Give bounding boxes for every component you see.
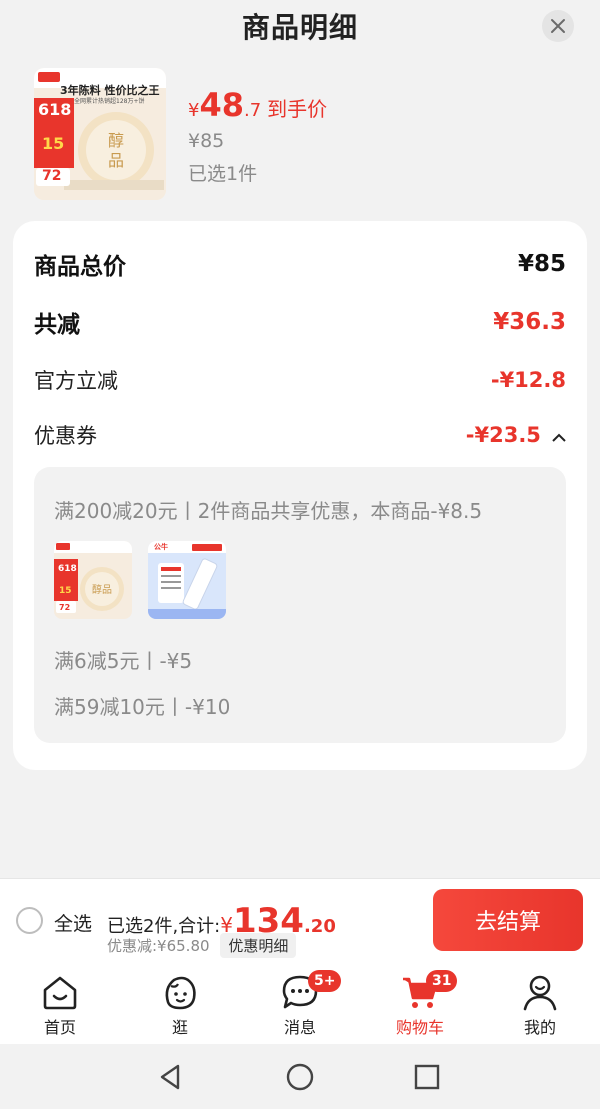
close-icon <box>551 19 565 33</box>
product-image-sub: 全网累计热销超128万+饼 <box>74 98 145 105</box>
svg-text:15: 15 <box>59 586 72 596</box>
home-circle-icon[interactable] <box>285 1062 315 1092</box>
coupon-value: -¥23.5 <box>465 423 541 447</box>
select-all-label[interactable]: 全选 <box>54 909 92 936</box>
coupon-label: 优惠券 <box>34 424 97 448</box>
bottom-tab-bar: 首页 逛 5+ 消息 31 购物车 我的 <box>0 962 600 1044</box>
stroll-icon <box>165 976 196 1010</box>
selected-count: 已选1件 <box>188 163 258 185</box>
socket-thumb-brand: 公牛 <box>154 543 168 551</box>
tab-cart[interactable]: 31 购物车 <box>370 970 470 1040</box>
svg-text:醇: 醇 <box>108 131 124 150</box>
product-image-price: 72 <box>42 168 62 184</box>
reduce-row: 共减 ¥36.3 <box>34 305 566 339</box>
tab-home[interactable]: 首页 <box>10 970 110 1040</box>
tea-thumb-image: 醇品 618 15 72 <box>54 541 132 619</box>
discount-summary: 优惠减:¥65.80 优惠明细 <box>107 933 297 958</box>
official-row: 官方立减 -¥12.8 <box>34 365 566 395</box>
coupon-product-thumb-tea[interactable]: 醇品 618 15 72 <box>54 541 132 619</box>
chevron-up-icon[interactable] <box>552 433 566 443</box>
price-tag: 到手价 <box>267 97 328 121</box>
total-decimal: .20 <box>303 916 336 937</box>
price-symbol: ¥ <box>188 100 200 121</box>
tab-profile[interactable]: 我的 <box>490 970 590 1040</box>
coupon-value-wrap: -¥23.5 <box>466 423 566 447</box>
product-image-discount: 15 <box>42 134 65 153</box>
checkout-button[interactable]: 去结算 <box>433 889 583 951</box>
reduce-value: ¥36.3 <box>493 309 566 335</box>
official-label: 官方立减 <box>34 369 118 393</box>
tab-cart-label: 购物车 <box>395 1018 444 1037</box>
svg-text:618: 618 <box>58 564 77 574</box>
original-price: ¥85 <box>188 130 225 152</box>
price-integer: 48 <box>199 86 244 124</box>
svg-text:72: 72 <box>59 603 70 612</box>
message-badge: 5+ <box>308 970 342 992</box>
recent-apps-icon[interactable] <box>412 1062 442 1092</box>
cart-badge: 31 <box>426 970 458 992</box>
close-button[interactable] <box>542 10 574 42</box>
coupon-product-thumb-socket[interactable]: 公牛 <box>148 541 226 619</box>
tab-stroll-label: 逛 <box>171 1018 188 1037</box>
profile-icon <box>523 975 557 1011</box>
coupon-line-shared: 满200减20元丨2件商品共享优惠，本商品-¥8.5 <box>54 499 483 523</box>
tab-messages-label: 消息 <box>283 1018 316 1037</box>
total-value: ¥85 <box>517 251 566 277</box>
price-decimal: .7 <box>243 100 262 121</box>
final-price: ¥48.7 到手价 <box>188 86 327 124</box>
price-breakdown-card: 商品总价 ¥85 共减 ¥36.3 官方立减 -¥12.8 优惠券 -¥23.5… <box>13 221 587 770</box>
total-row: 商品总价 ¥85 <box>34 247 566 281</box>
sheet-title: 商品明细 <box>241 11 358 44</box>
select-all-radio[interactable] <box>16 907 43 934</box>
back-icon[interactable] <box>156 1062 186 1092</box>
socket-thumb-image <box>148 541 226 619</box>
tab-stroll[interactable]: 逛 <box>130 970 230 1040</box>
tab-profile-label: 我的 <box>523 1018 556 1037</box>
reduce-label: 共减 <box>34 312 80 338</box>
tab-messages[interactable]: 5+ 消息 <box>250 970 350 1040</box>
svg-text:醇品: 醇品 <box>92 583 112 596</box>
product-image[interactable]: 醇 品 3年陈料 性价比之王 全网累计热销超128万+饼 618 15 72 <box>34 68 166 200</box>
system-navigation-bar <box>0 1044 600 1109</box>
discount-detail-button[interactable]: 优惠明细 <box>220 933 297 958</box>
discount-text: 优惠减:¥65.80 <box>107 937 210 955</box>
coupon-details: 满200减20元丨2件商品共享优惠，本商品-¥8.5 醇品 618 15 72 <box>34 467 566 743</box>
official-value: -¥12.8 <box>490 368 566 392</box>
tab-home-label: 首页 <box>43 1018 76 1037</box>
svg-text:品: 品 <box>108 151 124 170</box>
total-label: 商品总价 <box>34 254 126 280</box>
coupon-line-6off5: 满6减5元丨-¥5 <box>54 649 193 673</box>
coupon-row[interactable]: 优惠券 -¥23.5 <box>34 420 566 450</box>
checkout-bar: 全选 已选2件,合计:¥134.20 优惠减:¥65.80 优惠明细 去结算 <box>0 878 600 962</box>
coupon-line-59off10: 满59减10元丨-¥10 <box>54 695 231 719</box>
detail-sheet: 商品明细 醇 品 3年陈料 性价比之王 全网累计热销超128万+饼 618 15… <box>0 0 600 878</box>
product-image-badge: 618 <box>38 100 72 119</box>
home-icon <box>43 976 77 1010</box>
